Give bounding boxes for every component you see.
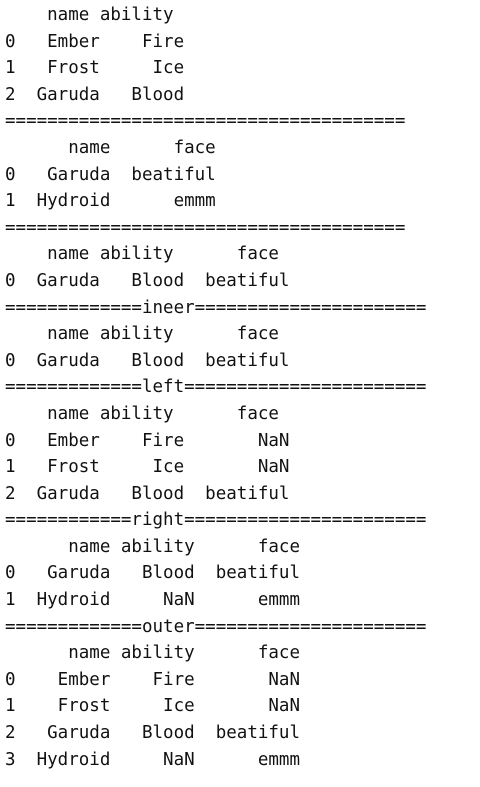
output-line: name face [5, 137, 216, 158]
separator-line: ====================================== [5, 217, 406, 238]
output-line: 1 Frost Ice NaN [5, 457, 290, 478]
output-line: 1 Frost Ice NaN [5, 696, 301, 717]
output-line: 0 Garuda beatiful [5, 164, 216, 185]
output-line: name ability face [5, 403, 279, 424]
separator-line: =============left======================= [5, 377, 427, 398]
output-line: 2 Garuda Blood [5, 84, 185, 105]
output-line: 3 Hydroid NaN emmm [5, 749, 301, 770]
separator-line: =============ineer====================== [5, 297, 427, 318]
output-line: name ability face [5, 324, 279, 345]
output-line: 2 Garuda Blood beatiful [5, 723, 301, 744]
console-output: name ability 0 Ember Fire 1 Frost Ice 2 Gar… [0, 0, 480, 773]
output-line: 1 Hydroid emmm [5, 191, 216, 212]
output-line: 0 Ember Fire NaN [5, 669, 301, 690]
separator-line: =============outer====================== [5, 616, 427, 637]
separator-line: ============right======================= [5, 510, 427, 531]
output-line: 0 Garuda Blood beatiful [5, 270, 290, 291]
output-line: name ability face [5, 643, 301, 664]
output-line: 1 Frost Ice [5, 58, 185, 79]
output-line: name ability [5, 5, 174, 25]
output-line: 0 Ember Fire [5, 31, 185, 52]
separator-line: ====================================== [5, 111, 406, 132]
output-line: 0 Garuda Blood beatiful [5, 350, 290, 371]
output-line: 0 Ember Fire NaN [5, 430, 290, 451]
output-line: 2 Garuda Blood beatiful [5, 483, 290, 504]
output-line: name ability face [5, 536, 301, 557]
output-line: 1 Hydroid NaN emmm [5, 590, 301, 611]
output-line: 0 Garuda Blood beatiful [5, 563, 301, 584]
output-line: name ability face [5, 244, 279, 265]
